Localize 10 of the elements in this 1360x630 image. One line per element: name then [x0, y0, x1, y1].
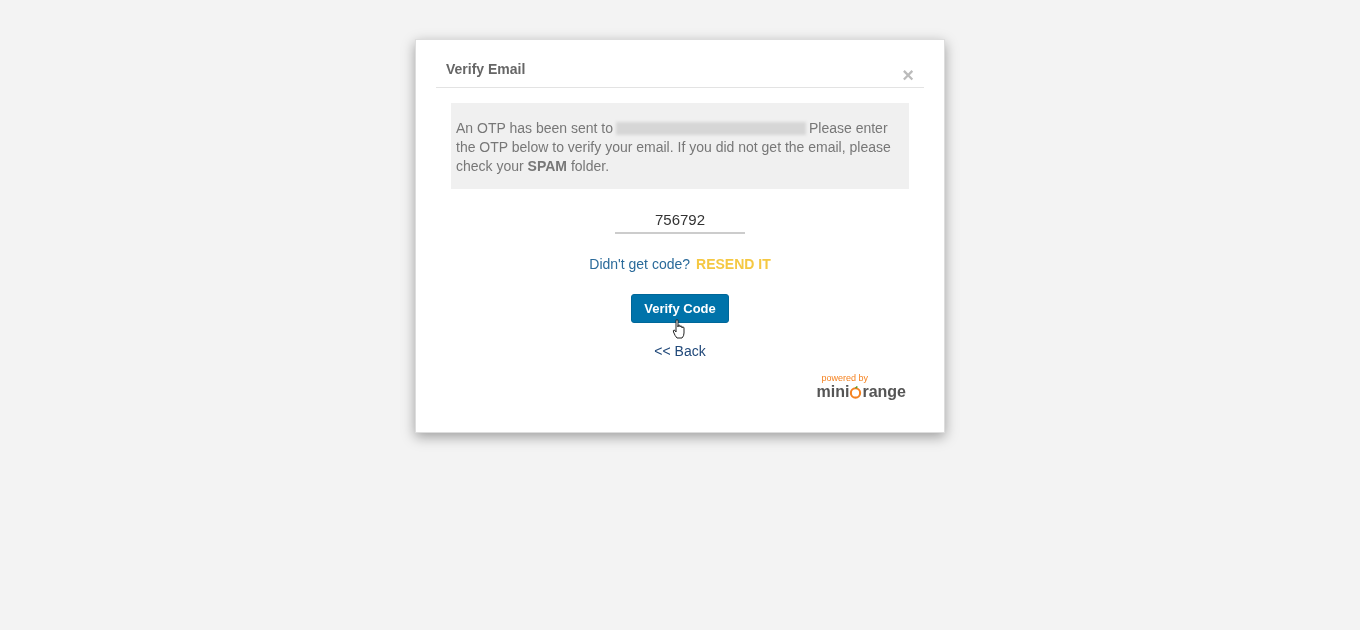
message-text: An OTP has been sent to Please enter the OTP below to verify your email. If you did not get the email, please check your SPAM folder.: [456, 119, 892, 176]
logo-text: range: [862, 383, 906, 401]
powered-by-caption: powered by: [821, 373, 868, 383]
logo-text: mini: [816, 383, 850, 401]
pointer-hand-icon: [672, 319, 687, 339]
verify-button[interactable]: Verify Code: [631, 294, 729, 323]
resend-prompt: Didn't get code?: [589, 256, 691, 272]
dialog-title: Verify Email: [446, 61, 526, 77]
logo-ring-icon: [849, 385, 863, 399]
back-link[interactable]: << Back: [654, 343, 706, 359]
